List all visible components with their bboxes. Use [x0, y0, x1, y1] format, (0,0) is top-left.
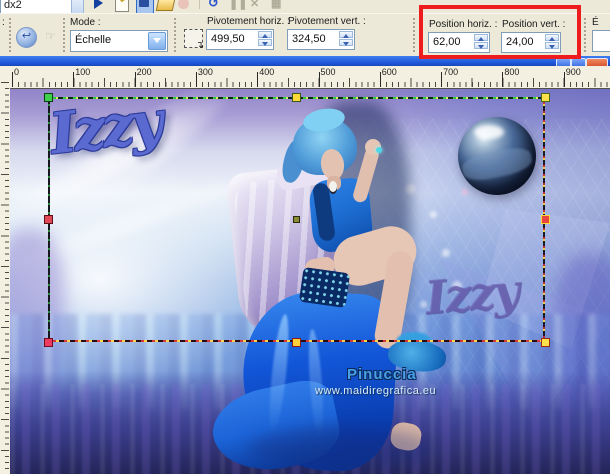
ruler-label: 300: [197, 67, 213, 77]
ruler-label: 600: [381, 67, 397, 77]
spinner-down-icon[interactable]: [474, 42, 488, 49]
group-separator: [63, 18, 65, 52]
preset-dropdown-button[interactable]: [71, 0, 84, 13]
flag-icon[interactable]: [94, 0, 109, 11]
mode-select[interactable]: Échelle: [70, 30, 168, 52]
bottom-left-handle[interactable]: [43, 337, 53, 347]
ruler-label: 400: [259, 67, 275, 77]
group-separator: [9, 18, 11, 52]
position-horiz-label: Position horiz. :: [429, 19, 498, 30]
tool-options-palette: : ↩ ☞ Mode : Échelle Pivotement horiz. :…: [0, 13, 610, 57]
ruler-label: 500: [320, 67, 336, 77]
pivot-horiz-input[interactable]: 499,50: [206, 29, 274, 50]
ruler-major-tick: [318, 72, 320, 87]
preset-combobox[interactable]: dx2: [0, 0, 76, 13]
mode-label: Mode :: [70, 17, 101, 28]
ruler-label: 0: [14, 67, 20, 77]
clipped-right-label: É: [592, 17, 599, 28]
position-vert-label: Position vert. :: [502, 19, 566, 30]
ruler-major-tick: [12, 72, 13, 87]
chevron-down-icon[interactable]: [148, 32, 166, 50]
middle-right-handle[interactable]: [540, 215, 550, 224]
ruler-major-tick: [195, 72, 197, 87]
ruler-mid-ticks: [12, 78, 610, 87]
ruler-label: 800: [504, 67, 520, 77]
horizontal-ruler: 0 100 200 300 400 500 600 700 800 900: [0, 66, 610, 89]
figure-reflection: [248, 427, 433, 469]
pivot-vert-input[interactable]: 324,50: [287, 29, 355, 50]
ruler-label: 900: [565, 67, 581, 77]
ruler-major-tick: [441, 72, 443, 87]
position-vert-input[interactable]: 24,00: [501, 32, 561, 53]
pointer-tool-icon: ☞: [45, 29, 56, 43]
spinner-down-icon[interactable]: [545, 42, 559, 49]
toolbar-separator: [199, 0, 202, 9]
standard-toolbar: dx2 ↺ ❚❚ ✕ ▦: [0, 0, 610, 13]
mode-value: Échelle: [75, 34, 112, 46]
ruler-major-tick: [134, 72, 136, 87]
spinner-down-icon[interactable]: [339, 39, 353, 46]
record-icon: [178, 0, 193, 11]
website-text: www.maidiregrafica.eu: [315, 385, 437, 397]
ruler-major-tick: [379, 72, 381, 87]
spinner-up-icon[interactable]: [474, 34, 488, 41]
ruler-major-tick: [563, 72, 565, 87]
group-separator: [584, 18, 586, 52]
spinner-up-icon[interactable]: [545, 34, 559, 41]
middle-left-handle[interactable]: [43, 215, 53, 224]
pivot-horiz-value: 499,50: [211, 33, 245, 45]
pause-icon: ❚❚: [229, 0, 248, 10]
ruler-major-tick: [73, 72, 75, 87]
pivot-icon[interactable]: [184, 29, 204, 51]
save-icon[interactable]: [136, 0, 154, 13]
spinner-down-icon[interactable]: [258, 39, 272, 46]
ruler-mid-ticks: [1, 82, 9, 474]
paintshop-pro-window: dx2 ↺ ❚❚ ✕ ▦ : ↩ ☞ Mode : Échelle Pivote…: [0, 0, 610, 474]
pivot-vert-label: Pivotement vert. :: [288, 16, 366, 27]
center-pivot-handle[interactable]: [293, 216, 300, 223]
reset-undo-button[interactable]: ↩: [16, 27, 37, 48]
undo-icon[interactable]: ↺: [208, 0, 223, 11]
group-separator: [174, 18, 176, 52]
bottom-center-handle[interactable]: [292, 337, 301, 347]
group-separator: [413, 18, 415, 52]
bottom-right-handle[interactable]: [540, 337, 550, 347]
selection-box: [43, 92, 550, 347]
spinner-up-icon[interactable]: [258, 31, 272, 38]
ruler-major-tick: [502, 72, 504, 87]
folder-open-icon[interactable]: [155, 0, 176, 11]
disk-icon: ▦: [271, 0, 282, 10]
top-center-handle[interactable]: [292, 92, 301, 102]
position-vert-value: 24,00: [506, 36, 534, 48]
page-edit-icon[interactable]: [115, 0, 130, 12]
ruler-label: 700: [443, 67, 459, 77]
ruler-major-tick: [257, 72, 259, 87]
close-x-icon: ✕: [250, 0, 260, 10]
clipped-label: :: [2, 17, 5, 28]
ruler-label: 100: [75, 67, 91, 77]
ruler-label: 200: [136, 67, 152, 77]
signature-text: Pinuccia: [347, 366, 417, 383]
position-horiz-value: 62,00: [433, 36, 461, 48]
pivot-horiz-label: Pivotement horiz. :: [207, 16, 290, 27]
image-window-titlebar[interactable]: [0, 56, 610, 67]
top-left-handle[interactable]: [43, 92, 53, 102]
pivot-vert-value: 324,50: [292, 33, 326, 45]
clipped-right-input: [592, 30, 610, 52]
position-horiz-input[interactable]: 62,00: [428, 32, 490, 53]
spinner-up-icon[interactable]: [339, 31, 353, 38]
top-right-handle[interactable]: [540, 92, 550, 102]
